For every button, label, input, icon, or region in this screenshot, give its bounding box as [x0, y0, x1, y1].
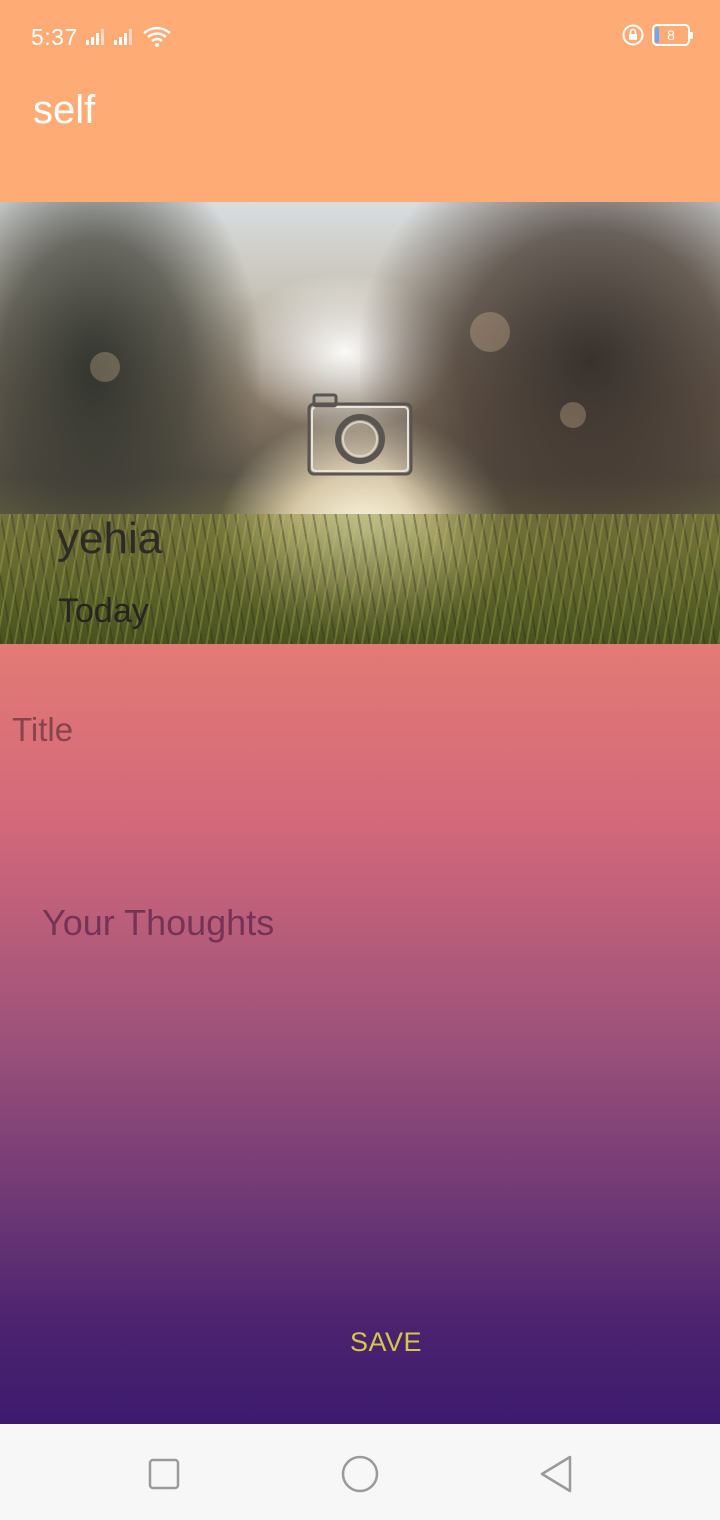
status-time: 5:37 [31, 24, 78, 50]
header-image: yehia Today [0, 202, 720, 644]
battery-level-text: 8 [667, 27, 675, 43]
home-button[interactable] [332, 1446, 388, 1502]
recents-button[interactable] [136, 1446, 192, 1502]
back-button[interactable] [528, 1446, 584, 1502]
entry-date: Today [58, 592, 149, 630]
status-signal-group [86, 26, 172, 48]
camera-icon [307, 393, 413, 476]
entry-form: SAVE [0, 644, 720, 1424]
lock-icon [622, 24, 644, 46]
signal-icon [114, 29, 132, 45]
signal-icon [86, 29, 104, 45]
title-input[interactable] [12, 708, 702, 752]
bokeh-light [90, 352, 120, 382]
status-right-group: 8 [622, 24, 693, 46]
author-name: yehia [57, 514, 163, 563]
app-bar: 5:37 8 self [0, 0, 720, 202]
recents-icon [148, 1458, 180, 1490]
status-bar: 5:37 8 [0, 0, 720, 74]
home-icon [341, 1455, 379, 1493]
add-photo-button[interactable] [306, 390, 414, 478]
back-icon [540, 1455, 572, 1493]
system-nav-bar [0, 1424, 720, 1520]
battery-icon: 8 [652, 24, 693, 46]
page-title: self [33, 88, 96, 132]
bokeh-light [470, 312, 510, 352]
save-button[interactable]: SAVE [340, 1316, 432, 1368]
thoughts-input[interactable] [42, 902, 682, 1202]
bokeh-light [560, 402, 586, 428]
wifi-icon [143, 26, 171, 47]
battery-level-fill [655, 27, 659, 43]
